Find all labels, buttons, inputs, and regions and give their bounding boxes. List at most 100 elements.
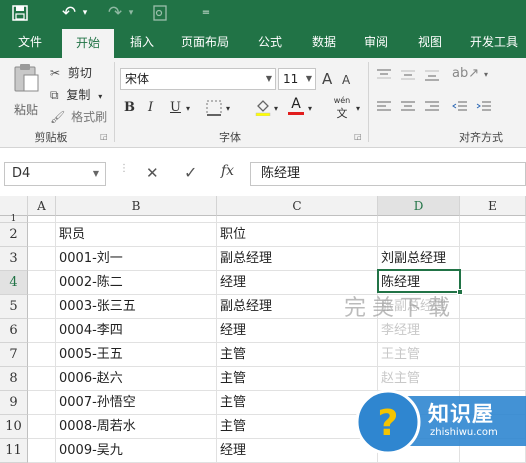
- paste-button[interactable]: 粘贴: [8, 62, 44, 120]
- row-header-9[interactable]: 9: [0, 391, 28, 415]
- row-header-11[interactable]: 11: [0, 439, 28, 463]
- cell-a6[interactable]: [28, 319, 56, 343]
- row-header-5[interactable]: 5: [0, 295, 28, 319]
- font-color-button[interactable]: A: [288, 96, 304, 115]
- font-color-dropdown-icon[interactable]: ▾: [308, 104, 312, 113]
- borders-button[interactable]: [206, 100, 222, 119]
- cell-c2[interactable]: 职位: [217, 223, 378, 247]
- cell-d3[interactable]: 刘副总经理: [378, 247, 460, 271]
- cell-b1[interactable]: [56, 216, 217, 223]
- cell-c6[interactable]: 经理: [217, 319, 378, 343]
- row-header-6[interactable]: 6: [0, 319, 28, 343]
- align-center-button[interactable]: [400, 100, 416, 117]
- fill-handle[interactable]: [457, 289, 463, 295]
- decrease-indent-button[interactable]: [452, 100, 468, 117]
- copy-button[interactable]: ⧉ 复制 ▾: [50, 86, 120, 104]
- tab-file[interactable]: 文件: [8, 26, 52, 58]
- redo-icon[interactable]: ↷: [106, 3, 124, 23]
- phonetic-dropdown-icon[interactable]: ▾: [356, 104, 360, 113]
- row-header-4[interactable]: 4: [0, 271, 28, 295]
- row-header-1[interactable]: 1: [0, 215, 28, 224]
- cell-d2[interactable]: [378, 223, 460, 247]
- cell-e5[interactable]: [460, 295, 526, 319]
- font-name-select[interactable]: 宋体 ▼: [120, 68, 276, 90]
- cell-b4[interactable]: 0002-陈二: [56, 271, 217, 295]
- enter-icon[interactable]: ✓: [184, 163, 197, 182]
- increase-indent-button[interactable]: [476, 100, 492, 117]
- column-header-b[interactable]: B: [56, 196, 217, 216]
- cell-a2[interactable]: [28, 223, 56, 247]
- cell-a5[interactable]: [28, 295, 56, 319]
- fill-color-button[interactable]: [254, 98, 272, 119]
- font-size-select[interactable]: 11 ▼: [278, 68, 316, 90]
- align-middle-button[interactable]: [400, 68, 416, 85]
- cell-e4[interactable]: [460, 271, 526, 295]
- bold-button[interactable]: B: [124, 100, 135, 115]
- formula-input[interactable]: 陈经理: [250, 162, 526, 186]
- cell-e1[interactable]: [460, 216, 526, 223]
- cell-b6[interactable]: 0004-李四: [56, 319, 217, 343]
- customize-qat-icon[interactable]: =: [200, 3, 212, 23]
- cell-a8[interactable]: [28, 367, 56, 391]
- align-right-button[interactable]: [424, 100, 440, 117]
- cut-button[interactable]: ✂ 剪切: [50, 64, 120, 82]
- tab-formulas[interactable]: 公式: [248, 26, 292, 58]
- format-painter-button[interactable]: 🖌 格式刷: [50, 108, 120, 126]
- row-header-8[interactable]: 8: [0, 367, 28, 391]
- align-bottom-button[interactable]: [424, 68, 440, 85]
- formula-bar-grip-icon[interactable]: ⋮: [119, 164, 129, 174]
- borders-dropdown-icon[interactable]: ▾: [226, 104, 230, 113]
- tab-page-layout[interactable]: 页面布局: [172, 26, 238, 58]
- cell-a10[interactable]: [28, 415, 56, 439]
- cell-a1[interactable]: [28, 216, 56, 223]
- row-header-7[interactable]: 7: [0, 343, 28, 367]
- row-header-3[interactable]: 3: [0, 247, 28, 271]
- font-launcher-icon[interactable]: ◲: [354, 132, 362, 141]
- cell-b5[interactable]: 0003-张三五: [56, 295, 217, 319]
- redo-dropdown-icon[interactable]: ▾: [126, 3, 136, 23]
- save-icon[interactable]: [10, 3, 30, 23]
- fill-color-dropdown-icon[interactable]: ▾: [274, 104, 278, 113]
- tab-review[interactable]: 审阅: [354, 26, 398, 58]
- cell-b8[interactable]: 0006-赵六: [56, 367, 217, 391]
- cell-b2[interactable]: 职员: [56, 223, 217, 247]
- clipboard-launcher-icon[interactable]: ◲: [100, 132, 108, 141]
- phonetic-guide-button[interactable]: wén 文: [330, 96, 354, 121]
- underline-dropdown-icon[interactable]: ▾: [186, 104, 190, 113]
- underline-button[interactable]: U: [170, 100, 181, 115]
- cell-b10[interactable]: 0008-周若水: [56, 415, 217, 439]
- row-header-10[interactable]: 10: [0, 415, 28, 439]
- row-header-2[interactable]: 2: [0, 223, 28, 247]
- cell-b3[interactable]: 0001-刘一: [56, 247, 217, 271]
- cell-e6[interactable]: [460, 319, 526, 343]
- cell-b11[interactable]: 0009-吴九: [56, 439, 217, 463]
- tab-home[interactable]: 开始: [62, 29, 114, 58]
- tab-insert[interactable]: 插入: [120, 26, 164, 58]
- tab-view[interactable]: 视图: [408, 26, 452, 58]
- cell-a3[interactable]: [28, 247, 56, 271]
- cell-b9[interactable]: 0007-孙悟空: [56, 391, 217, 415]
- cell-a4[interactable]: [28, 271, 56, 295]
- shrink-font-button[interactable]: A: [342, 73, 350, 87]
- orientation-button[interactable]: ab↗: [452, 66, 479, 81]
- name-box[interactable]: D4 ▼: [4, 162, 106, 186]
- italic-button[interactable]: I: [148, 100, 153, 115]
- column-header-d[interactable]: D: [378, 196, 460, 216]
- cell-e3[interactable]: [460, 247, 526, 271]
- align-left-button[interactable]: [376, 100, 392, 117]
- tab-data[interactable]: 数据: [302, 26, 346, 58]
- tab-developer[interactable]: 开发工具: [462, 26, 526, 58]
- grow-font-button[interactable]: A: [322, 70, 332, 88]
- cell-e7[interactable]: [460, 343, 526, 367]
- cell-b7[interactable]: 0005-王五: [56, 343, 217, 367]
- cell-c1[interactable]: [217, 216, 378, 223]
- orientation-dropdown-icon[interactable]: ▾: [484, 70, 488, 79]
- select-all-corner[interactable]: [0, 196, 28, 216]
- cell-d1[interactable]: [378, 216, 460, 223]
- cell-e2[interactable]: [460, 223, 526, 247]
- align-top-button[interactable]: [376, 68, 392, 85]
- column-header-e[interactable]: E: [460, 196, 526, 216]
- cell-c7[interactable]: 主管: [217, 343, 378, 367]
- undo-dropdown-icon[interactable]: ▾: [80, 3, 90, 23]
- column-header-c[interactable]: C: [217, 196, 378, 216]
